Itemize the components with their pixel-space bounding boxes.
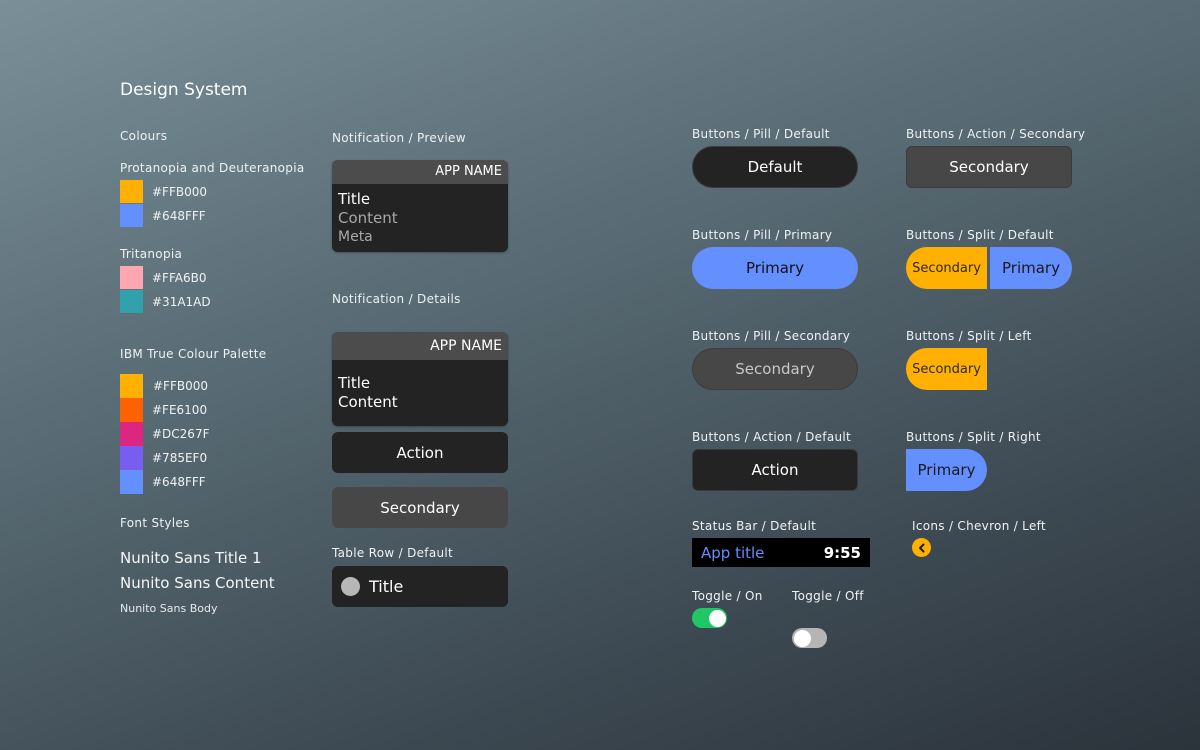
page-title: Design System bbox=[120, 80, 248, 100]
split-left-button[interactable]: Secondary bbox=[906, 348, 987, 390]
notification-details-label: Notification / Details bbox=[332, 292, 461, 306]
pill-secondary-label: Buttons / Pill / Secondary bbox=[692, 329, 851, 343]
notification-body: Title Content Meta bbox=[332, 184, 508, 252]
split-right-button[interactable]: Primary bbox=[906, 449, 987, 491]
action-default-button[interactable]: Action bbox=[692, 449, 858, 491]
notification-secondary-button[interactable]: Secondary bbox=[332, 487, 508, 528]
toggle-off[interactable] bbox=[792, 628, 827, 648]
toggle-on[interactable] bbox=[692, 608, 727, 628]
toggle-on-label: Toggle / On bbox=[692, 589, 763, 603]
swatch-purple bbox=[120, 446, 143, 470]
swatch-row: #648FFF bbox=[120, 204, 207, 227]
font-sample-title: Nunito Sans Title 1 bbox=[120, 549, 262, 567]
swatch-label: #648FFF bbox=[152, 208, 206, 223]
swatch-blue bbox=[120, 204, 143, 227]
chevron-left-glyph bbox=[918, 543, 924, 552]
swatch-label: #FFA6B0 bbox=[152, 270, 207, 285]
swatch-pink bbox=[120, 266, 143, 289]
font-sample-content: Nunito Sans Content bbox=[120, 574, 275, 592]
swatch-row: #785EF0 bbox=[120, 446, 209, 470]
toggle-off-label: Toggle / Off bbox=[792, 589, 864, 603]
pill-primary-label: Buttons / Pill / Primary bbox=[692, 228, 833, 242]
table-row-label: Table Row / Default bbox=[332, 546, 454, 560]
swatch-row: #FFB000 bbox=[120, 180, 207, 203]
notification-app-name: APP NAME bbox=[332, 332, 508, 360]
split-default-secondary-button[interactable]: Secondary bbox=[906, 247, 987, 289]
font-sample-body: Nunito Sans Body bbox=[120, 602, 218, 615]
swatch-row: #DC267F bbox=[120, 422, 209, 446]
swatch-magenta bbox=[120, 422, 143, 446]
notification-app-name: APP NAME bbox=[332, 160, 508, 184]
pill-secondary-button[interactable]: Secondary bbox=[692, 348, 858, 390]
pill-primary-button[interactable]: Primary bbox=[692, 247, 858, 289]
chevron-left-icon[interactable] bbox=[912, 538, 931, 557]
swatch-label: #DC267F bbox=[152, 427, 210, 441]
swatch-label: #648FFF bbox=[152, 475, 206, 489]
swatch-teal bbox=[120, 290, 143, 313]
notification-body: Title Content bbox=[332, 360, 508, 418]
swatch-yellow bbox=[120, 180, 143, 203]
swatch-row: #FFB000 bbox=[120, 374, 209, 398]
table-row-title: Title bbox=[369, 577, 404, 596]
split-right-label: Buttons / Split / Right bbox=[906, 430, 1041, 444]
split-default-label: Buttons / Split / Default bbox=[906, 228, 1054, 242]
swatch-label: #FFB000 bbox=[152, 184, 207, 199]
swatch-orange bbox=[120, 398, 143, 422]
colours-heading: Colours bbox=[120, 129, 168, 143]
notification-title: Title bbox=[338, 190, 371, 208]
notification-details-card[interactable]: APP NAME Title Content bbox=[332, 332, 508, 426]
protanopia-heading: Protanopia and Deuteranopia bbox=[120, 161, 305, 175]
swatch-row: #FE6100 bbox=[120, 398, 209, 422]
row-circle-icon bbox=[341, 577, 360, 596]
swatch-label: #31A1AD bbox=[152, 294, 211, 309]
tritanopia-heading: Tritanopia bbox=[120, 247, 183, 261]
table-row[interactable]: Title bbox=[332, 566, 508, 607]
notification-content: Content bbox=[338, 209, 398, 227]
toggle-knob bbox=[708, 609, 726, 627]
pill-default-label: Buttons / Pill / Default bbox=[692, 127, 830, 141]
action-default-label: Buttons / Action / Default bbox=[692, 430, 852, 444]
font-styles-heading: Font Styles bbox=[120, 516, 190, 530]
tritanopia-swatches: #FFA6B0 #31A1AD bbox=[120, 266, 211, 313]
toggle-knob bbox=[793, 629, 811, 647]
notification-content: Content bbox=[338, 393, 398, 411]
swatch-label: #785EF0 bbox=[152, 451, 208, 465]
notification-meta: Meta bbox=[338, 229, 373, 245]
swatch-row: #648FFF bbox=[120, 470, 209, 494]
ibm-swatches: #FFB000 #FE6100 #DC267F #785EF0 #648FFF bbox=[120, 374, 209, 494]
swatch-row: #FFA6B0 bbox=[120, 266, 211, 289]
swatch-label: #FE6100 bbox=[152, 403, 208, 417]
icons-chevron-label: Icons / Chevron / Left bbox=[912, 519, 1046, 533]
action-secondary-label: Buttons / Action / Secondary bbox=[906, 127, 1086, 141]
notification-preview-card[interactable]: APP NAME Title Content Meta bbox=[332, 160, 508, 252]
ibm-heading: IBM True Colour Palette bbox=[120, 347, 267, 361]
status-bar-label: Status Bar / Default bbox=[692, 519, 817, 533]
notification-action-button[interactable]: Action bbox=[332, 432, 508, 473]
notification-title: Title bbox=[338, 374, 371, 392]
status-bar-time: 9:55 bbox=[823, 543, 861, 562]
split-left-label: Buttons / Split / Left bbox=[906, 329, 1032, 343]
protanopia-swatches: #FFB000 #648FFF bbox=[120, 180, 207, 227]
pill-default-button[interactable]: Default bbox=[692, 146, 858, 188]
status-bar-app-title: App title bbox=[701, 543, 765, 562]
status-bar: App title 9:55 bbox=[692, 538, 870, 567]
swatch-blue bbox=[120, 470, 143, 494]
swatch-row: #31A1AD bbox=[120, 290, 211, 313]
swatch-yellow bbox=[120, 374, 143, 398]
notification-preview-label: Notification / Preview bbox=[332, 131, 466, 145]
action-secondary-button[interactable]: Secondary bbox=[906, 146, 1072, 188]
split-default-primary-button[interactable]: Primary bbox=[990, 247, 1072, 289]
swatch-label: #FFB000 bbox=[153, 379, 208, 393]
split-default-button-group: Secondary Primary bbox=[906, 247, 1072, 289]
